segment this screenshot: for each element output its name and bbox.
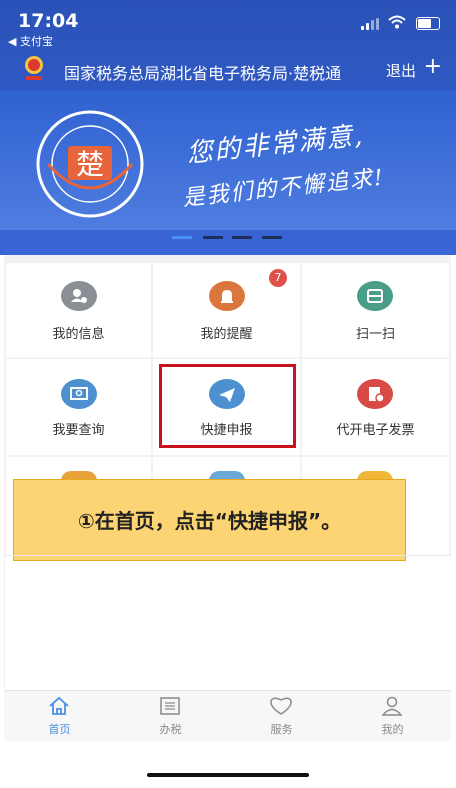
tab-service[interactable]: 服务 bbox=[226, 691, 337, 741]
status-time: 17:04 bbox=[18, 10, 79, 32]
grid-item-e-invoice[interactable]: 代开电子发票 bbox=[302, 359, 449, 455]
carousel-dot-active[interactable] bbox=[172, 236, 192, 239]
grid-label: 我的提醒 bbox=[200, 327, 253, 342]
grid-label: 我要查询 bbox=[52, 423, 105, 438]
carousel-dot[interactable] bbox=[203, 236, 223, 239]
heart-icon bbox=[270, 697, 292, 715]
home-icon bbox=[49, 696, 69, 715]
person-icon bbox=[381, 696, 403, 716]
bottom-tab-bar: 首页 办税 服务 我的 bbox=[4, 690, 451, 741]
title-bar: 国家税务总局湖北省电子税务局·楚税通 退出 + bbox=[0, 48, 456, 90]
tax-emblem-icon bbox=[22, 54, 46, 82]
list-icon bbox=[160, 697, 180, 715]
battery-icon bbox=[416, 17, 440, 30]
tab-label: 首页 bbox=[48, 723, 71, 736]
banner-line-1: 您的非常满意, bbox=[185, 120, 366, 170]
plus-button[interactable]: + bbox=[424, 54, 442, 79]
back-to-app-link[interactable]: ◀ 支付宝 bbox=[8, 33, 53, 49]
grid-item-my-reminders[interactable]: 7 我的提醒 bbox=[153, 263, 300, 357]
tab-mine[interactable]: 我的 bbox=[337, 691, 448, 741]
carousel-dot[interactable] bbox=[232, 236, 252, 239]
promo-banner[interactable]: 楚 您的非常满意, 是我们的不懈追求! bbox=[0, 90, 456, 230]
badge-char: 楚 bbox=[76, 148, 104, 181]
divider bbox=[4, 555, 5, 690]
tab-label: 服务 bbox=[270, 723, 293, 736]
invoice-icon bbox=[357, 379, 393, 409]
divider bbox=[4, 555, 451, 556]
tab-tax[interactable]: 办税 bbox=[115, 691, 226, 741]
signal-icon bbox=[361, 18, 381, 30]
highlight-box bbox=[159, 364, 296, 448]
grid-item-query[interactable]: 我要查询 bbox=[6, 359, 151, 455]
tab-label: 办税 bbox=[159, 723, 182, 736]
scan-icon bbox=[357, 281, 393, 311]
grid-item-my-info[interactable]: 我的信息 bbox=[6, 263, 151, 357]
grid-label: 我的信息 bbox=[52, 327, 105, 342]
reminder-count-badge: 7 bbox=[269, 269, 287, 287]
instruction-text: ①在首页，点击“快捷申报”。 bbox=[77, 509, 342, 533]
search-screen-icon bbox=[61, 379, 97, 409]
wifi-icon bbox=[388, 14, 406, 33]
carousel-dot[interactable] bbox=[262, 236, 282, 239]
user-info-icon bbox=[61, 281, 97, 311]
carousel-indicator bbox=[0, 230, 456, 255]
instruction-callout: ①在首页，点击“快捷申报”。 bbox=[13, 479, 406, 561]
bell-icon bbox=[209, 281, 245, 311]
status-bar: 17:04 ◀ 支付宝 bbox=[0, 0, 456, 48]
home-indicator[interactable] bbox=[147, 773, 309, 777]
tab-label: 我的 bbox=[381, 723, 404, 736]
tab-home[interactable]: 首页 bbox=[4, 691, 115, 741]
chushui-badge-icon: 楚 bbox=[28, 102, 168, 222]
grid-label: 代开电子发票 bbox=[336, 423, 415, 438]
grid-label: 扫一扫 bbox=[355, 327, 395, 342]
grid-item-scan[interactable]: 扫一扫 bbox=[302, 263, 449, 357]
logout-button[interactable]: 退出 bbox=[386, 60, 416, 81]
app-title: 国家税务总局湖北省电子税务局·楚税通 bbox=[64, 64, 342, 83]
